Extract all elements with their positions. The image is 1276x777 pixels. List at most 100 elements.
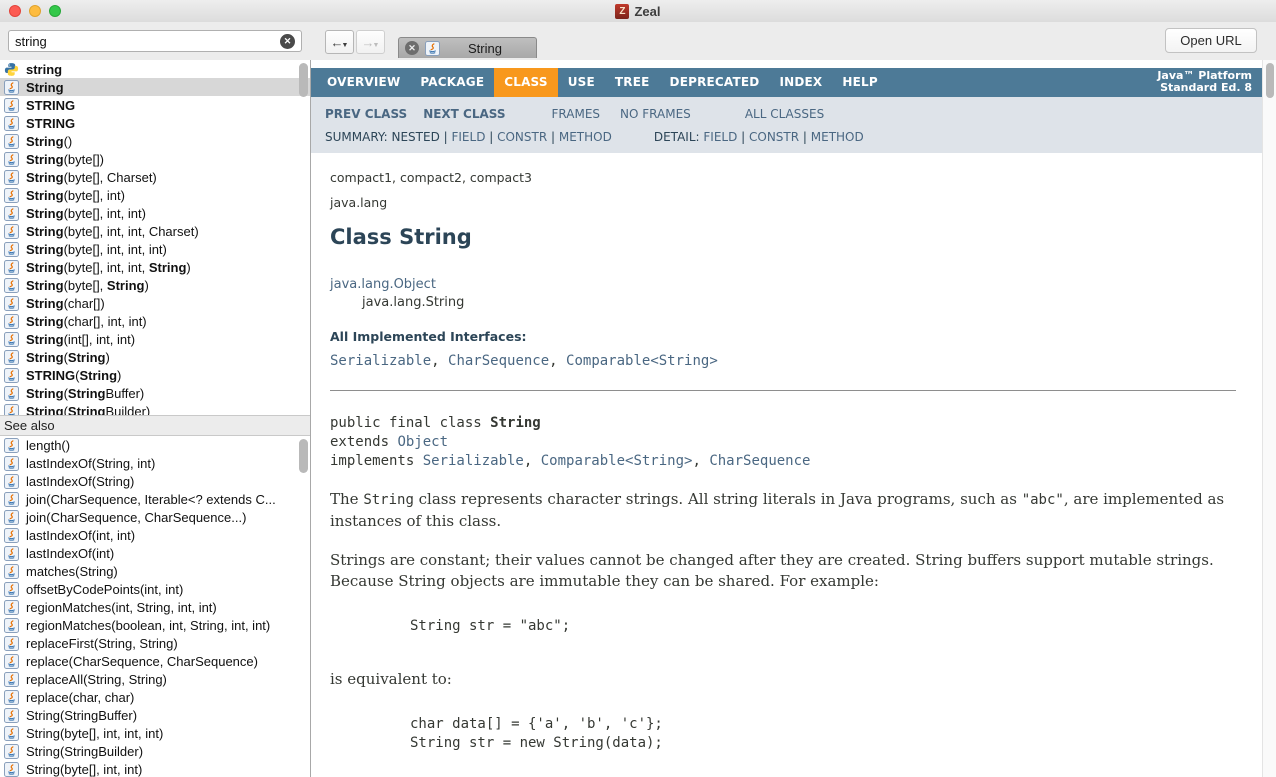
- list-item[interactable]: String: [0, 78, 310, 96]
- list-item[interactable]: String(): [0, 132, 310, 150]
- list-item[interactable]: lastIndexOf(int, int): [0, 526, 310, 544]
- list-item[interactable]: String(byte[], int): [0, 186, 310, 204]
- java-icon: [4, 98, 19, 113]
- titlebar: Z Zeal: [0, 0, 1276, 23]
- list-item[interactable]: String(byte[], Charset): [0, 168, 310, 186]
- subnav-summary-field[interactable]: FIELD: [451, 130, 485, 144]
- list-item[interactable]: STRING: [0, 114, 310, 132]
- subnav-all-classes[interactable]: ALL CLASSES: [745, 107, 824, 121]
- subnav-detail-constr[interactable]: CONSTR: [749, 130, 799, 144]
- subnav-summary-method[interactable]: METHOD: [559, 130, 612, 144]
- signature-link[interactable]: Serializable: [423, 453, 524, 469]
- list-item[interactable]: length(): [0, 436, 310, 454]
- list-item[interactable]: String(StringBuffer): [0, 706, 310, 724]
- search-input[interactable]: [8, 30, 302, 52]
- subnav-no-frames[interactable]: NO FRAMES: [620, 107, 691, 121]
- list-item[interactable]: replaceAll(String, String): [0, 670, 310, 688]
- subnav-frames[interactable]: FRAMES: [552, 107, 601, 121]
- list-item[interactable]: offsetByCodePoints(int, int): [0, 580, 310, 598]
- java-icon: [4, 528, 19, 543]
- list-item[interactable]: regionMatches(boolean, int, String, int,…: [0, 616, 310, 634]
- edition-line2: Standard Ed. 8: [1157, 82, 1252, 94]
- list-item-label: regionMatches(boolean, int, String, int,…: [26, 618, 270, 633]
- interface-link[interactable]: CharSequence: [448, 353, 549, 369]
- topnav-deprecated[interactable]: DEPRECATED: [660, 68, 770, 97]
- list-item-label: STRING: [26, 98, 75, 113]
- topnav-tree[interactable]: TREE: [605, 68, 660, 97]
- list-item[interactable]: String(byte[], int, int): [0, 760, 310, 777]
- list-item[interactable]: STRING: [0, 96, 310, 114]
- list-item-label: String(StringBuffer): [26, 386, 144, 401]
- tab-string[interactable]: ✕ String: [398, 37, 537, 58]
- signature-link[interactable]: Comparable<String>: [541, 453, 693, 469]
- list-item[interactable]: lastIndexOf(String): [0, 472, 310, 490]
- list-item[interactable]: String(byte[], int, int, int): [0, 240, 310, 258]
- list-item[interactable]: lastIndexOf(int): [0, 544, 310, 562]
- list-item-label: String(byte[], int, int, Charset): [26, 224, 199, 239]
- signature-line: implements Serializable, Comparable<Stri…: [330, 452, 1236, 471]
- zoom-window-button[interactable]: [49, 5, 61, 17]
- open-url-button[interactable]: Open URL: [1165, 28, 1257, 53]
- list-item[interactable]: String(StringBuffer): [0, 384, 310, 402]
- list-item[interactable]: matches(String): [0, 562, 310, 580]
- topnav-use[interactable]: USE: [558, 68, 605, 97]
- subnav-prev-class[interactable]: PREV CLASS: [325, 107, 407, 121]
- list-item[interactable]: replaceFirst(String, String): [0, 634, 310, 652]
- subnav-next-class[interactable]: NEXT CLASS: [423, 107, 505, 121]
- forward-button[interactable]: →▼: [356, 30, 385, 54]
- list-item[interactable]: STRING(String): [0, 366, 310, 384]
- subnav-detail-method[interactable]: METHOD: [811, 130, 864, 144]
- list-item[interactable]: String(byte[], int, int): [0, 204, 310, 222]
- list-item[interactable]: string: [0, 60, 310, 78]
- zeal-app-icon: Z: [615, 4, 629, 19]
- list-item[interactable]: String(byte[]): [0, 150, 310, 168]
- list-item[interactable]: regionMatches(int, String, int, int): [0, 598, 310, 616]
- doc-topnav: OVERVIEWPACKAGECLASSUSETREEDEPRECATEDIND…: [311, 68, 1262, 97]
- list-item[interactable]: String(byte[], int, int, Charset): [0, 222, 310, 240]
- window-title: Zeal: [634, 4, 660, 19]
- signature-link[interactable]: CharSequence: [709, 453, 810, 469]
- topnav-package[interactable]: PACKAGE: [410, 68, 494, 97]
- tab-close-icon[interactable]: ✕: [405, 41, 419, 55]
- signature-link[interactable]: Object: [397, 434, 448, 450]
- list-item[interactable]: String(StringBuilder): [0, 742, 310, 760]
- list-item-label: String(int[], int, int): [26, 332, 135, 347]
- interface-link[interactable]: Serializable: [330, 353, 431, 369]
- content-scrollbar[interactable]: [1262, 60, 1276, 777]
- topnav-index[interactable]: INDEX: [769, 68, 832, 97]
- list-item-label: STRING: [26, 116, 75, 131]
- list-item[interactable]: String(char[], int, int): [0, 312, 310, 330]
- topnav-overview[interactable]: OVERVIEW: [317, 68, 410, 97]
- list-item[interactable]: String(byte[], int, int, String): [0, 258, 310, 276]
- java-icon: [4, 708, 19, 723]
- java-icon: [4, 636, 19, 651]
- python-icon: [4, 62, 19, 77]
- topnav-help[interactable]: HELP: [832, 68, 887, 97]
- minimize-window-button[interactable]: [29, 5, 41, 17]
- list-item[interactable]: join(CharSequence, Iterable<? extends C.…: [0, 490, 310, 508]
- see-also-scrollbar-thumb[interactable]: [299, 439, 308, 473]
- close-window-button[interactable]: [9, 5, 21, 17]
- list-item[interactable]: String(int[], int, int): [0, 330, 310, 348]
- list-item[interactable]: String(char[]): [0, 294, 310, 312]
- interfaces-label: All Implemented Interfaces:: [330, 329, 1236, 344]
- list-item[interactable]: replace(CharSequence, CharSequence): [0, 652, 310, 670]
- list-item[interactable]: String(byte[], String): [0, 276, 310, 294]
- search-clear-icon[interactable]: ✕: [280, 34, 295, 49]
- list-item[interactable]: String(byte[], int, int, int): [0, 724, 310, 742]
- list-item[interactable]: join(CharSequence, CharSequence...): [0, 508, 310, 526]
- subnav-detail-field[interactable]: FIELD: [703, 130, 737, 144]
- class-signature: public final class Stringextends Objecti…: [330, 414, 1236, 471]
- superclass-link[interactable]: java.lang.Object: [330, 277, 436, 292]
- list-item[interactable]: lastIndexOf(String, int): [0, 454, 310, 472]
- interface-link[interactable]: Comparable<String>: [566, 353, 718, 369]
- list-item[interactable]: String(StringBuilder): [0, 402, 310, 415]
- back-button[interactable]: ←▼: [325, 30, 354, 54]
- topnav-class[interactable]: CLASS: [494, 68, 558, 97]
- content-scrollbar-thumb[interactable]: [1266, 63, 1274, 98]
- list-item[interactable]: replace(char, char): [0, 688, 310, 706]
- java-icon: [4, 404, 19, 416]
- list-item[interactable]: String(String): [0, 348, 310, 366]
- subnav-summary-constr[interactable]: CONSTR: [497, 130, 547, 144]
- sidebar-scrollbar-thumb[interactable]: [299, 63, 308, 97]
